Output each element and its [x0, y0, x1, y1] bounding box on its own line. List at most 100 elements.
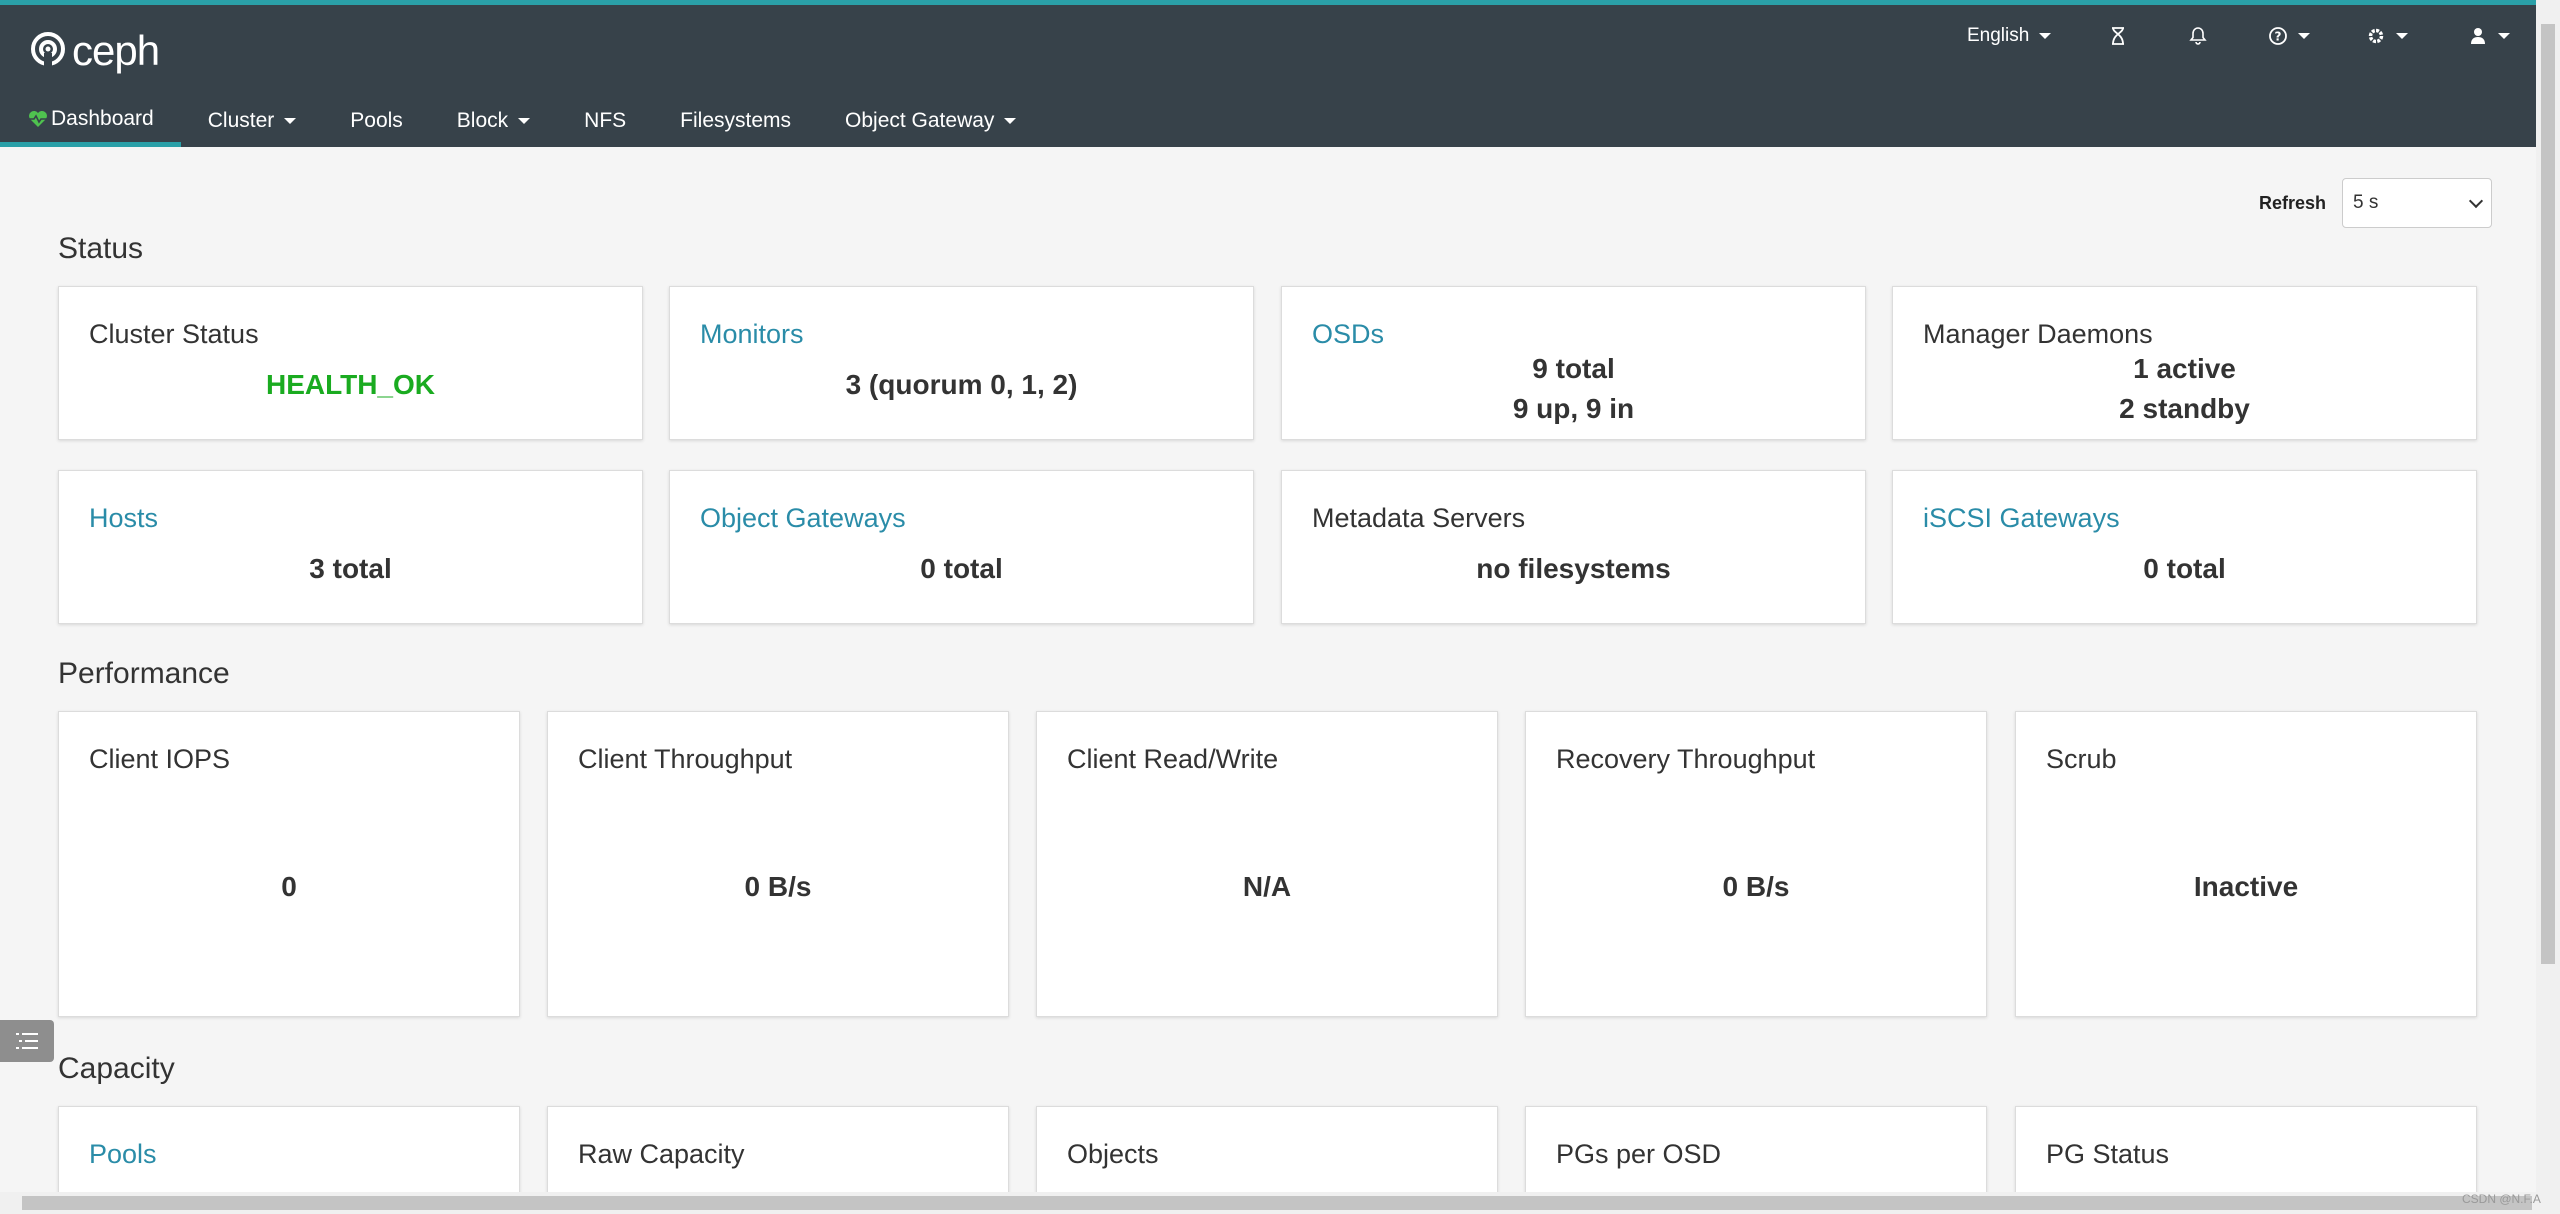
- section-title-capacity: Capacity: [58, 1052, 175, 1085]
- card-title: Scrub: [2046, 744, 2117, 774]
- card-value: 1 active: [2133, 353, 2236, 384]
- top-navbar: ceph English ? Dashboard Cluster Pools B…: [0, 0, 2536, 147]
- nav-label: Block: [456, 109, 509, 132]
- refresh-value: 5 s: [2353, 192, 2379, 213]
- nav-cluster[interactable]: Cluster: [181, 95, 324, 147]
- ceph-logo[interactable]: ceph: [28, 27, 160, 75]
- card-value: 0 B/s: [1722, 871, 1790, 902]
- card-value: 0: [281, 871, 297, 902]
- chevron-down-icon: [2298, 33, 2310, 39]
- task-manager-button[interactable]: [2108, 19, 2128, 53]
- nav-pools[interactable]: Pools: [323, 95, 430, 147]
- card-title: Objects: [1067, 1139, 1159, 1169]
- card-value: 2 standby: [2119, 393, 2250, 424]
- card-value: 0 total: [920, 553, 1003, 584]
- chevron-down-icon: [2468, 193, 2484, 208]
- ceph-logo-icon: [31, 32, 65, 69]
- card-monitors: Monitors 3 (quorum 0, 1, 2): [669, 286, 1254, 440]
- card-value: 0 total: [2143, 553, 2226, 584]
- gear-icon: [2368, 28, 2384, 44]
- help-dropdown[interactable]: ?: [2268, 19, 2310, 53]
- nav-label: Object Gateway: [845, 109, 995, 132]
- card-client-iops: Client IOPS 0: [58, 711, 520, 1017]
- card-title: Manager Daemons: [1923, 319, 2153, 349]
- horizontal-scrollbar-thumb[interactable]: [22, 1196, 2532, 1210]
- section-title-performance: Performance: [58, 657, 230, 690]
- chevron-down-icon: [2396, 33, 2408, 39]
- hourglass-icon: [2112, 27, 2124, 45]
- card-title: Metadata Servers: [1312, 503, 1526, 533]
- osds-link[interactable]: OSDs: [1312, 319, 1384, 350]
- nav-label: Dashboard: [51, 106, 154, 130]
- card-value: no filesystems: [1476, 553, 1671, 584]
- nav-filesystems[interactable]: Filesystems: [653, 95, 818, 147]
- heartbeat-icon: [29, 110, 47, 127]
- card-scrub: Scrub Inactive: [2015, 711, 2477, 1017]
- card-manager-daemons: Manager Daemons 1 active 2 standby: [1892, 286, 2477, 440]
- nav-label: Cluster: [207, 109, 275, 132]
- nav-block[interactable]: Block: [430, 95, 557, 147]
- card-title: PGs per OSD: [1556, 1139, 1722, 1169]
- card-value: N/A: [1242, 871, 1292, 902]
- chevron-down-icon: [284, 118, 297, 124]
- nav-nfs[interactable]: NFS: [557, 95, 653, 147]
- user-icon: [2471, 28, 2485, 44]
- chevron-down-icon: [518, 118, 531, 124]
- card-title: Raw Capacity: [578, 1139, 745, 1169]
- card-value: Inactive: [2193, 871, 2299, 902]
- chevron-down-icon: [2498, 33, 2510, 39]
- watermark: CSDN @N.F.A: [2462, 1192, 2541, 1206]
- list-icon: [16, 1033, 38, 1049]
- pools-link[interactable]: Pools: [89, 1139, 157, 1170]
- card-object-gateways: Object Gateways 0 total: [669, 470, 1254, 624]
- nav-label: Pools: [350, 109, 403, 132]
- nav-label: Filesystems: [680, 109, 792, 132]
- vertical-scrollbar[interactable]: [2536, 0, 2560, 1192]
- settings-dropdown[interactable]: [2366, 19, 2408, 53]
- object-gateways-link[interactable]: Object Gateways: [700, 503, 906, 534]
- card-metadata-servers: Metadata Servers no filesystems: [1281, 470, 1866, 624]
- nav-object-gateway[interactable]: Object Gateway: [818, 95, 1043, 147]
- notifications-button[interactable]: [2188, 19, 2208, 53]
- main-nav: Dashboard Cluster Pools Block NFS Filesy…: [0, 95, 1043, 147]
- language-label: English: [1967, 25, 2030, 46]
- card-iscsi-gateways: iSCSI Gateways 0 total: [1892, 470, 2477, 624]
- card-title: PG Status: [2046, 1139, 2170, 1169]
- health-status-value: HEALTH_OK: [265, 369, 436, 400]
- nav-label: NFS: [584, 109, 627, 132]
- card-value: 3 (quorum 0, 1, 2): [845, 369, 1078, 400]
- chevron-down-icon: [2039, 33, 2052, 39]
- vertical-scrollbar-thumb[interactable]: [2541, 24, 2555, 964]
- nav-dashboard[interactable]: Dashboard: [0, 95, 181, 147]
- card-title: Client IOPS: [89, 744, 231, 774]
- toc-toggle-button[interactable]: [0, 1020, 54, 1062]
- svg-text:?: ?: [2275, 30, 2282, 44]
- chevron-down-icon: [1004, 118, 1017, 124]
- card-client-read-write: Client Read/Write N/A: [1036, 711, 1498, 1017]
- card-title: Cluster Status: [89, 319, 259, 349]
- refresh-label: Refresh: [2259, 193, 2327, 213]
- refresh-interval-select[interactable]: 5 s: [2342, 178, 2492, 228]
- card-client-throughput: Client Throughput 0 B/s: [547, 711, 1009, 1017]
- user-dropdown[interactable]: [2468, 19, 2510, 53]
- card-title: Client Throughput: [578, 744, 793, 774]
- card-title: Client Read/Write: [1067, 744, 1279, 774]
- hosts-link[interactable]: Hosts: [89, 503, 158, 534]
- bell-icon: [2189, 27, 2207, 45]
- card-recovery-throughput: Recovery Throughput 0 B/s: [1525, 711, 1987, 1017]
- card-value: 9 up, 9 in: [1512, 393, 1635, 424]
- horizontal-scrollbar[interactable]: [0, 1192, 2560, 1214]
- section-title-status: Status: [58, 232, 144, 265]
- help-icon: ?: [2269, 27, 2287, 45]
- card-value: 9 total: [1532, 353, 1615, 384]
- card-title: Recovery Throughput: [1556, 744, 1816, 774]
- language-dropdown[interactable]: English: [1967, 19, 2052, 53]
- brand-name: ceph: [72, 27, 160, 74]
- monitors-link[interactable]: Monitors: [700, 319, 804, 350]
- iscsi-gateways-link[interactable]: iSCSI Gateways: [1923, 503, 2120, 534]
- card-hosts: Hosts 3 total: [58, 470, 643, 624]
- card-osds: OSDs 9 total 9 up, 9 in: [1281, 286, 1866, 440]
- card-value: 0 B/s: [744, 871, 812, 902]
- card-cluster-status: Cluster Status HEALTH_OK: [58, 286, 643, 440]
- card-value: 3 total: [309, 553, 392, 584]
